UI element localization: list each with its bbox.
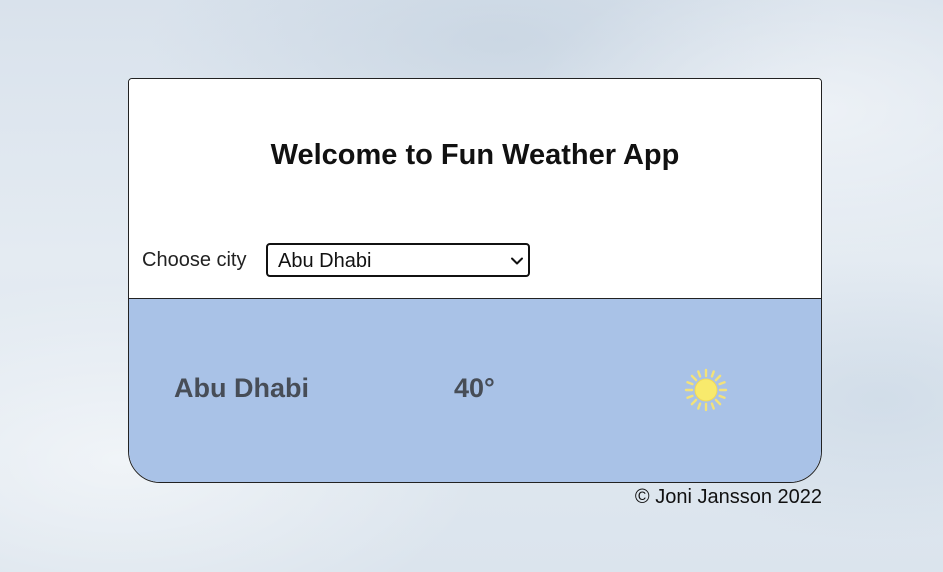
city-select[interactable]: Abu Dhabi <box>266 243 530 277</box>
weather-city-name: Abu Dhabi <box>174 373 309 403</box>
sun-icon <box>684 368 728 412</box>
card-header: Welcome to Fun Weather App Choose city A… <box>129 79 821 299</box>
chevron-down-icon <box>511 257 523 265</box>
weather-card: Welcome to Fun Weather App Choose city A… <box>128 78 822 483</box>
weather-temperature: 40° <box>454 373 495 403</box>
city-select-label: Choose city <box>142 249 247 271</box>
page-title: Welcome to Fun Weather App <box>270 139 680 171</box>
footer-copyright: © Joni Jansson 2022 <box>634 486 822 508</box>
city-select-value: Abu Dhabi <box>278 250 372 272</box>
weather-panel: Abu Dhabi 40° <box>129 299 821 482</box>
